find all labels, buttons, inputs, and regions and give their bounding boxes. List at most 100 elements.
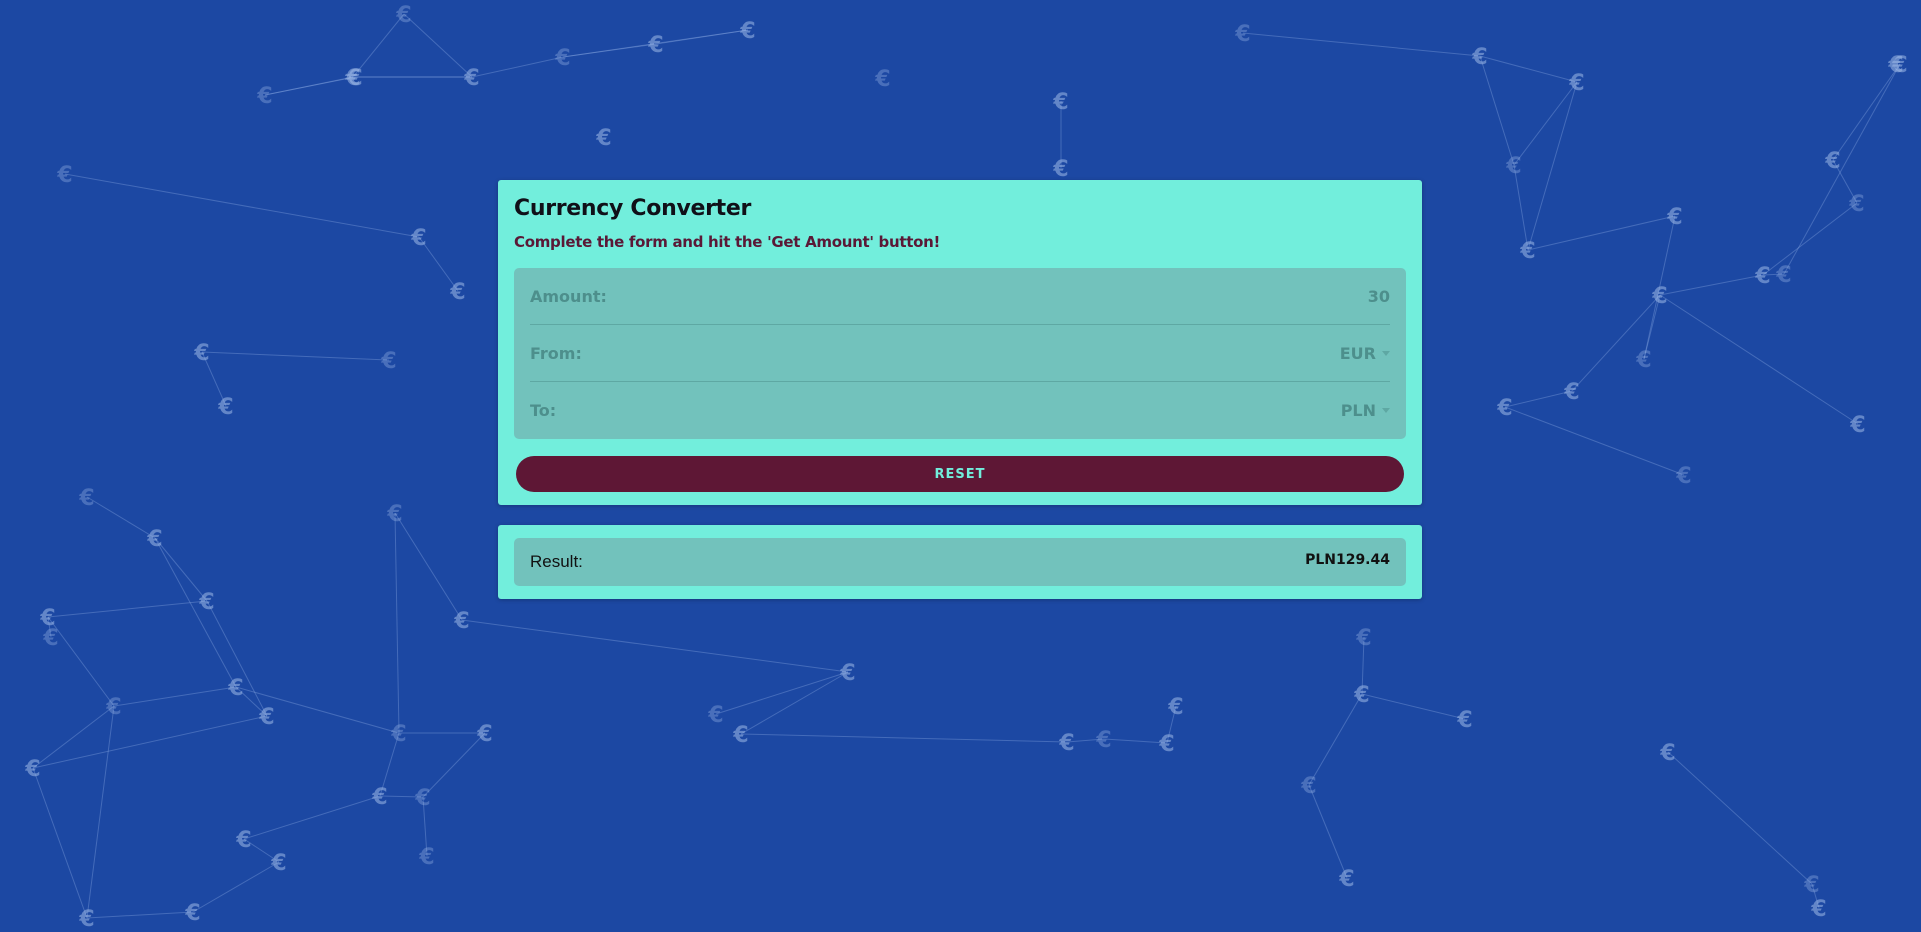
- euro-icon: €: [258, 705, 274, 730]
- euro-icon: €: [198, 590, 214, 615]
- euro-icon: €: [839, 661, 855, 686]
- euro-icon: €: [739, 19, 755, 44]
- euro-icon: €: [707, 703, 723, 728]
- euro-icon: €: [270, 851, 286, 876]
- euro-icon: €: [1353, 683, 1369, 708]
- from-currency-value: EUR: [1339, 343, 1376, 363]
- euro-icon: €: [1052, 157, 1068, 182]
- euro-icon: €: [1675, 464, 1691, 489]
- network-line: [86, 911, 194, 919]
- euro-icon: €: [1095, 728, 1111, 753]
- euro-icon: €: [235, 828, 251, 853]
- euro-icon: €: [1635, 348, 1651, 373]
- network-line: [1504, 406, 1685, 476]
- to-label: To:: [530, 401, 557, 420]
- euro-icon: €: [1803, 873, 1819, 898]
- network-line: [1527, 81, 1578, 251]
- euro-icon: €: [1496, 396, 1512, 421]
- network-line: [1659, 294, 1859, 425]
- network-line: [1103, 738, 1168, 744]
- euro-icon: €: [78, 907, 94, 932]
- network-line: [471, 56, 564, 78]
- euro-icon: €: [1659, 741, 1675, 766]
- result-label: Result:: [530, 552, 583, 571]
- euro-icon: €: [1848, 192, 1864, 217]
- euro-icon: €: [1849, 413, 1865, 438]
- reset-button[interactable]: RESET: [516, 456, 1404, 492]
- euro-icon: €: [1519, 239, 1535, 264]
- euro-icon: €: [647, 33, 663, 58]
- euro-icon: €: [1456, 708, 1472, 733]
- amount-input[interactable]: 30: [1368, 287, 1390, 306]
- euro-icon: €: [227, 676, 243, 701]
- from-currency-select[interactable]: EUR: [1340, 344, 1390, 363]
- euro-icon: €: [1471, 45, 1487, 70]
- network-line: [113, 686, 237, 707]
- network-line: [201, 351, 390, 361]
- euro-icon: €: [554, 46, 570, 71]
- network-line: [32, 767, 88, 919]
- network-line: [1667, 751, 1813, 885]
- page-subtitle: Complete the form and hit the 'Get Amoun…: [514, 233, 941, 251]
- euro-icon: €: [56, 163, 72, 188]
- euro-icon: €: [39, 606, 55, 631]
- euro-icon: €: [390, 722, 406, 747]
- euro-icon: €: [184, 901, 200, 926]
- euro-icon: €: [1167, 695, 1183, 720]
- euro-icon: €: [595, 126, 611, 151]
- result-value: PLN129.44: [1305, 552, 1390, 568]
- network-line: [154, 537, 237, 688]
- network-line: [1571, 294, 1661, 392]
- network-line: [1659, 274, 1764, 296]
- network-line: [394, 512, 400, 734]
- euro-icon: €: [1754, 264, 1770, 289]
- to-row[interactable]: To: PLN: [530, 382, 1390, 439]
- euro-icon: €: [1775, 263, 1791, 288]
- from-label: From:: [530, 343, 582, 363]
- euro-icon: €: [1058, 731, 1074, 756]
- euro-icon: €: [1651, 284, 1667, 309]
- network-line: [86, 496, 156, 539]
- euro-icon: €: [1505, 154, 1521, 179]
- euro-icon: €: [146, 527, 162, 552]
- euro-icon: €: [449, 280, 465, 305]
- network-line: [1361, 693, 1466, 720]
- euro-icon: €: [1563, 380, 1579, 405]
- result-card: Result: PLN129.44: [498, 525, 1422, 599]
- network-line: [264, 76, 356, 96]
- euro-icon: €: [193, 341, 209, 366]
- to-currency-select[interactable]: PLN: [1341, 401, 1390, 420]
- network-line: [64, 173, 420, 238]
- network-line: [47, 600, 208, 618]
- euro-icon: €: [1338, 867, 1354, 892]
- converter-card: Currency Converter Complete the form and…: [498, 180, 1422, 505]
- euro-icon: €: [380, 349, 396, 374]
- network-line: [1783, 63, 1901, 275]
- network-line: [422, 732, 486, 798]
- euro-icon: €: [217, 395, 233, 420]
- network-line: [86, 705, 115, 919]
- converter-form: Amount: 30 From: EUR To: PLN: [514, 268, 1406, 439]
- euro-icon: €: [1568, 71, 1584, 96]
- network-line: [740, 733, 1068, 743]
- euro-icon: €: [1234, 22, 1250, 47]
- network-line: [394, 512, 463, 621]
- network-line: [740, 671, 849, 735]
- to-currency-value: PLN: [1340, 401, 1376, 420]
- network-line: [461, 619, 849, 673]
- network-line: [32, 715, 268, 769]
- euro-icon: €: [371, 785, 387, 810]
- network-line: [192, 861, 280, 913]
- from-row[interactable]: From: EUR: [530, 325, 1390, 382]
- euro-icon: €: [1158, 732, 1174, 757]
- euro-icon: €: [346, 66, 362, 91]
- network-line: [1479, 55, 1578, 83]
- amount-row[interactable]: Amount: 30: [530, 268, 1390, 325]
- chevron-down-icon: [1382, 350, 1390, 356]
- chevron-down-icon: [1382, 408, 1390, 413]
- euro-icon: €: [1052, 90, 1068, 115]
- euro-icon: €: [78, 486, 94, 511]
- result-box: Result: PLN129.44: [514, 538, 1406, 586]
- euro-icon: €: [1824, 149, 1840, 174]
- euro-icon: €: [1666, 205, 1682, 230]
